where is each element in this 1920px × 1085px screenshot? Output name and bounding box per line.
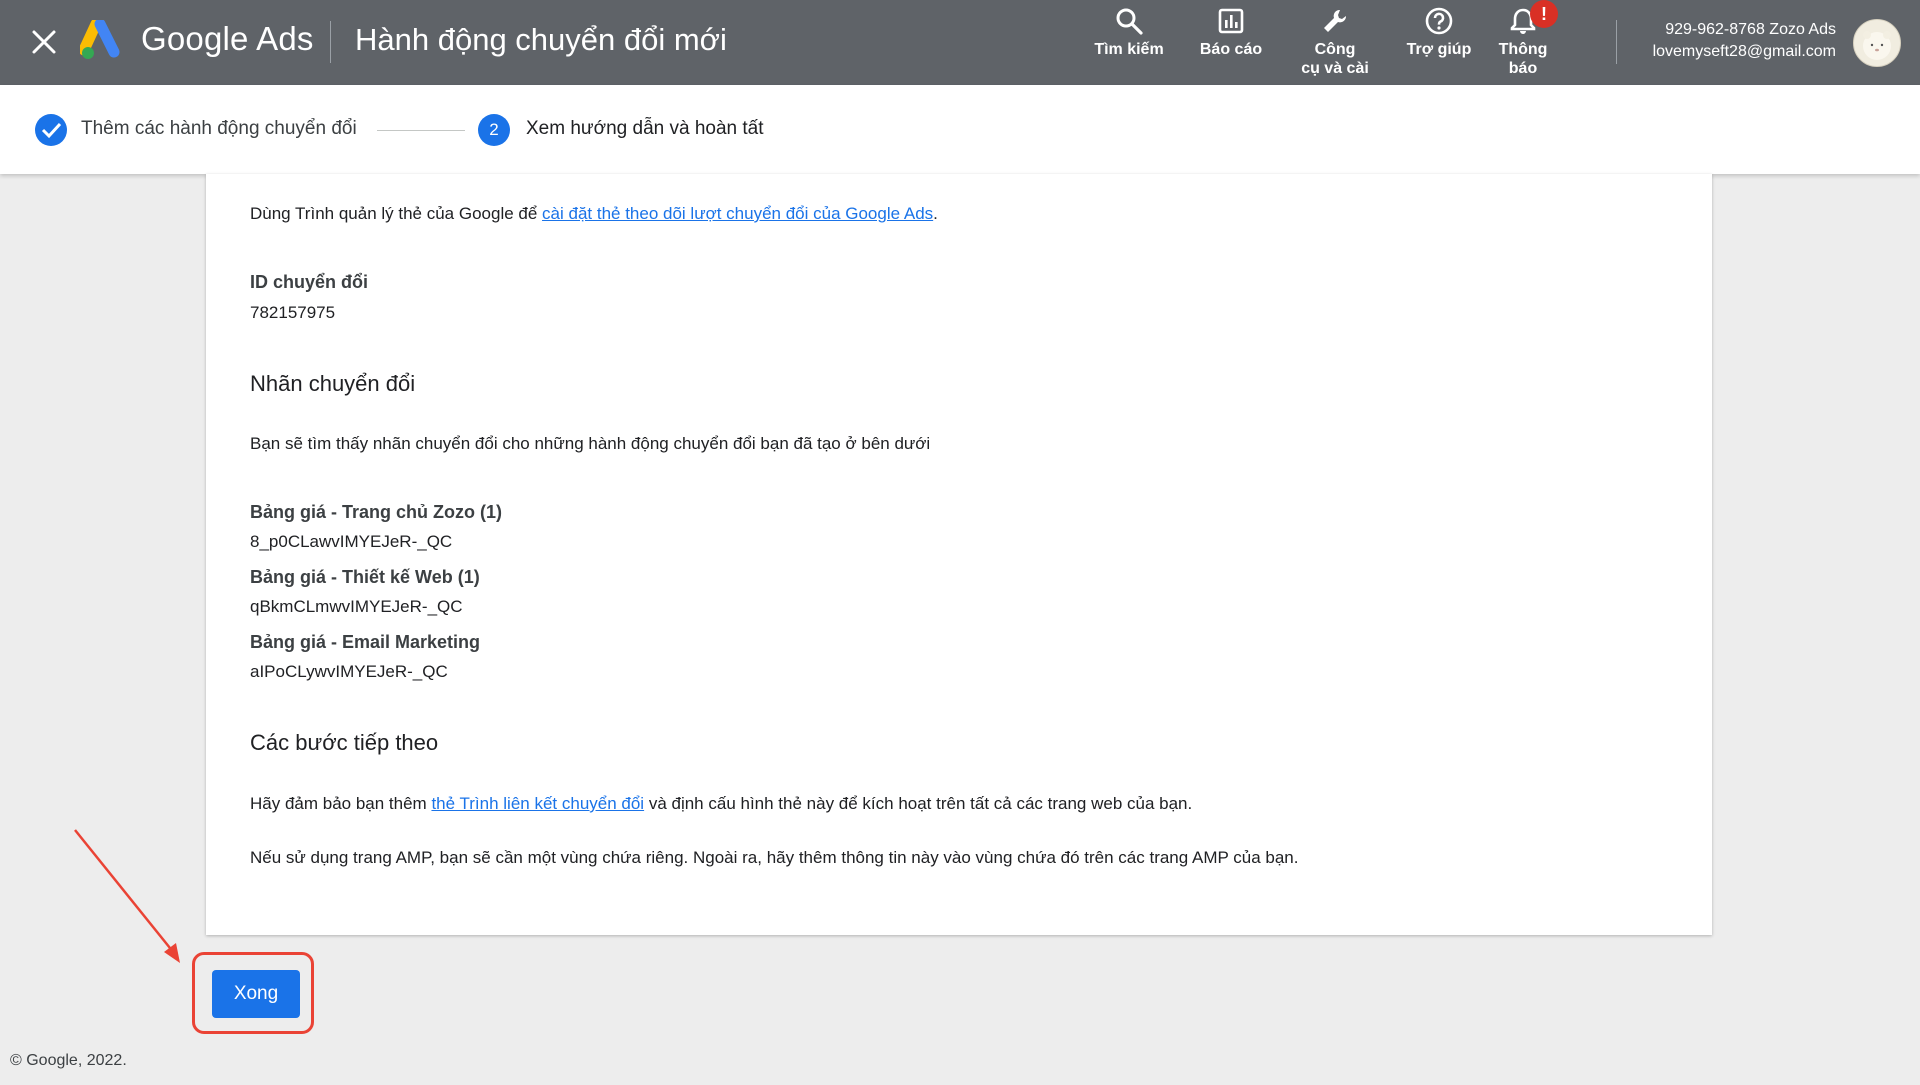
avatar[interactable] <box>1853 19 1901 67</box>
intro-suffix: . <box>933 204 938 223</box>
next-p1-prefix: Hãy đảm bảo bạn thêm <box>250 794 432 813</box>
step-2-label: Xem hướng dẫn và hoàn tất <box>526 118 764 139</box>
conversion-label-value: 8_p0CLawvIMYEJeR-_QC <box>250 532 453 551</box>
notifications-button[interactable]: Thông báo ! <box>1468 0 1578 80</box>
account-id-name: 929-962-8768 Zozo Ads <box>1665 21 1836 38</box>
reports-tool-label: Báo cáo <box>1199 41 1263 58</box>
wrench-icon <box>1324 9 1347 32</box>
next-steps-heading: Các bước tiếp theo <box>250 730 439 755</box>
account-separator <box>1616 20 1617 64</box>
help-icon <box>1425 7 1453 35</box>
conversion-label-name: Bảng giá - Trang chủ Zozo (1) <box>250 502 502 522</box>
search-tool-button[interactable]: Tìm kiếm <box>1074 6 1184 59</box>
conversion-id-label: ID chuyển đổi <box>250 272 369 292</box>
conversion-label-value: qBkmCLmwvIMYEJeR-_QC <box>250 597 463 616</box>
labels-description: Bạn sẽ tìm thấy nhãn chuyển đổi cho nhữn… <box>250 434 931 453</box>
reports-tool-button[interactable]: Báo cáo <box>1176 6 1286 59</box>
notifications-label-line2: báo <box>1508 60 1538 77</box>
step-2-number: 2 <box>478 114 510 146</box>
conversion-label-value: aIPoCLywvIMYEJeR-_QC <box>250 662 448 681</box>
annotation-arrow-icon <box>74 829 180 963</box>
next-steps-paragraph-1: Hãy đảm bảo bạn thêm thẻ Trình liên kết … <box>250 794 1192 814</box>
check-circle-icon <box>34 113 68 147</box>
search-tool-label: Tìm kiếm <box>1094 41 1164 58</box>
step-connector <box>377 130 465 131</box>
intro-prefix: Dùng Trình quản lý thẻ của Google để <box>250 204 543 223</box>
labels-heading: Nhãn chuyển đổi <box>250 371 416 396</box>
notification-badge: ! <box>1530 0 1558 28</box>
account-email: lovemyseft28@gmail.com <box>1652 43 1836 60</box>
tools-label-line2: cụ và cài <box>1301 60 1369 77</box>
top-bar: Google Ads Hành động chuyển đổi mới Tìm … <box>0 0 1920 85</box>
notifications-label-line1: Thông <box>1498 41 1548 58</box>
intro-paragraph: Dùng Trình quản lý thẻ của Google để cài… <box>250 204 938 224</box>
done-button[interactable]: Xong <box>212 970 300 1018</box>
conversion-label-name: Bảng giá - Thiết kế Web (1) <box>250 567 480 587</box>
reports-icon <box>1218 8 1244 34</box>
tools-settings-button[interactable]: Công cụ và cài <box>1280 6 1390 78</box>
page-title: Hành động chuyển đổi mới <box>355 22 727 57</box>
close-icon[interactable] <box>26 24 62 60</box>
account-info[interactable]: 929-962-8768 Zozo Ads lovemyseft28@gmail… <box>1653 19 1836 63</box>
step-1-label[interactable]: Thêm các hành động chuyển đổi <box>81 118 357 140</box>
google-ads-logo-icon <box>78 18 126 62</box>
stepper: Thêm các hành động chuyển đổi 2 Xem hướn… <box>0 85 1920 174</box>
tools-label-line1: Công <box>1314 41 1356 58</box>
conversion-linker-link[interactable]: thẻ Trình liên kết chuyển đổi <box>431 794 644 813</box>
header-divider <box>330 21 331 63</box>
conversion-id-value: 782157975 <box>250 303 336 322</box>
notifications-clip: Thông báo <box>1468 6 1578 80</box>
instructions-card: Dùng Trình quản lý thẻ của Google để cài… <box>206 174 1712 935</box>
gtm-setup-link[interactable]: cài đặt thẻ theo dõi lượt chuyển đổi của… <box>542 204 933 223</box>
next-p1-suffix: và định cấu hình thẻ này để kích hoạt tr… <box>644 794 1193 813</box>
conversion-label-name: Bảng giá - Email Marketing <box>250 632 481 652</box>
next-steps-paragraph-2: Nếu sử dụng trang AMP, bạn sẽ cần một vù… <box>250 848 1299 867</box>
search-icon <box>1116 8 1143 35</box>
brand-name: Google Ads <box>141 20 314 57</box>
footer-copyright: © Google, 2022. <box>10 1052 127 1069</box>
